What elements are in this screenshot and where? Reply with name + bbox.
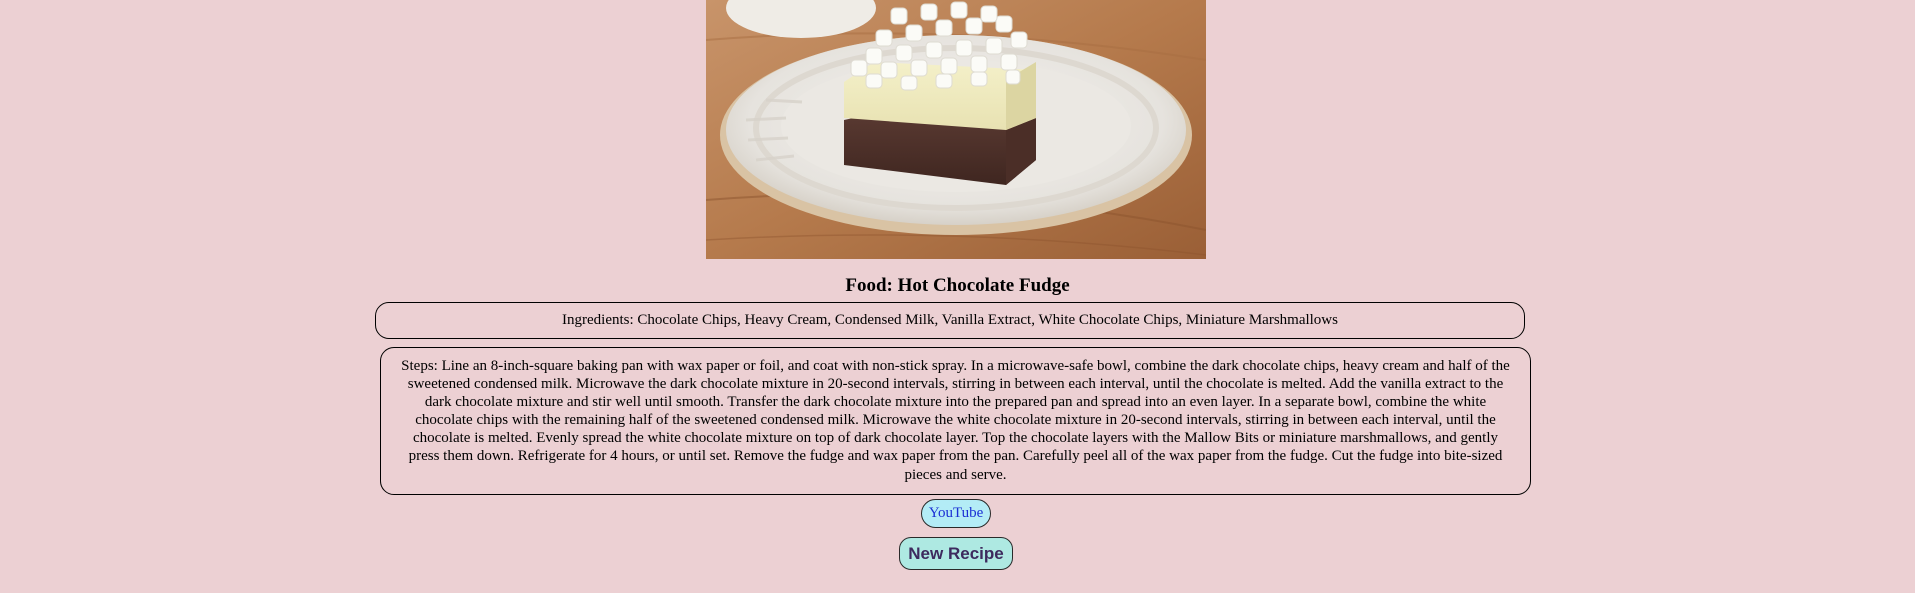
recipe-page: Food: Hot Chocolate Fudge Ingredients: C…: [0, 0, 1915, 593]
steps-box: Steps: Line an 8-inch-square baking pan …: [380, 347, 1531, 495]
recipe-photo: [706, 0, 1206, 259]
steps-text: Steps: Line an 8-inch-square baking pan …: [401, 358, 1510, 483]
recipe-title: Food: Hot Chocolate Fudge: [0, 274, 1915, 297]
ingredients-box: Ingredients: Chocolate Chips, Heavy Crea…: [375, 302, 1525, 339]
youtube-button[interactable]: YouTube: [921, 499, 991, 528]
ingredients-text: Ingredients: Chocolate Chips, Heavy Crea…: [562, 312, 1338, 328]
recipe-title-prefix: Food:: [845, 275, 893, 296]
new-recipe-button[interactable]: New Recipe: [899, 537, 1013, 570]
recipe-title-name: Hot Chocolate Fudge: [897, 275, 1070, 296]
